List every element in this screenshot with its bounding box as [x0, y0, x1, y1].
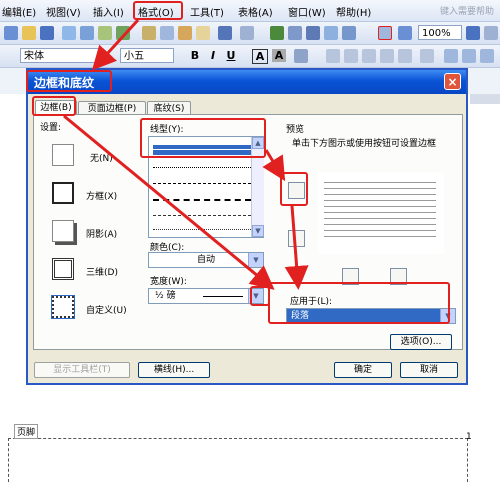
arrow-tab-to-apply	[63, 114, 275, 290]
arrow-format-to-title	[91, 18, 140, 71]
annotation-arrows	[63, 18, 309, 290]
arrow-preview-to-apply	[284, 205, 309, 290]
arrow-style-to-preview	[262, 149, 286, 182]
